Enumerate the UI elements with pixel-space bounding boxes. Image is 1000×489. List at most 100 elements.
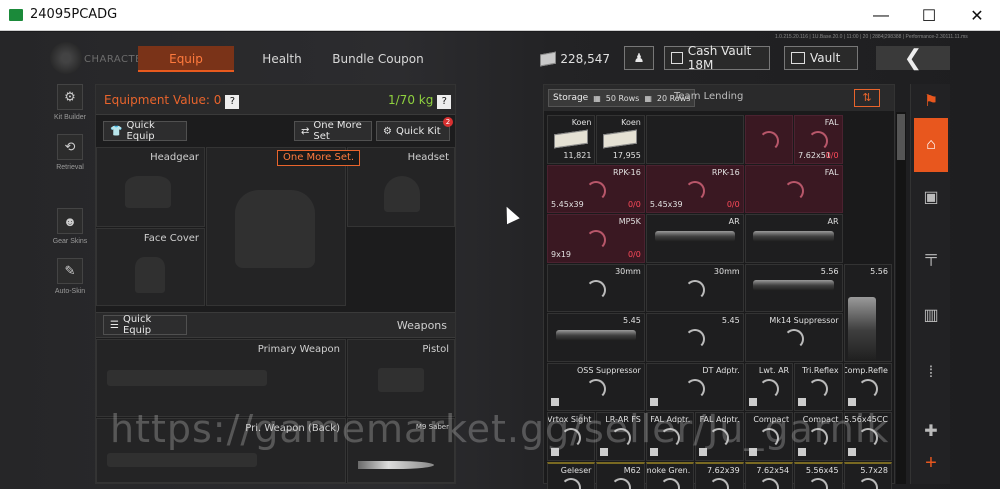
scrollbar[interactable] [896,112,906,484]
storage-cell[interactable]: Comp.Refle [843,362,892,411]
slot-label: Headset [407,152,449,163]
headgear-slot[interactable]: Headgear [96,147,205,227]
storage-cell[interactable]: 5.45 [645,313,744,362]
storage-cell[interactable]: Smoke Gren. [645,461,695,489]
checkbox[interactable] [551,398,559,406]
tidy-icon[interactable]: ⚑ [914,84,948,118]
storage-cell[interactable] [645,115,744,164]
minimize-button[interactable]: — [858,0,904,31]
sidebar-item-kit-builder[interactable]: ⚙ Kit Builder [50,84,90,121]
gear-icon: ⚙ [383,125,392,137]
maximize-button[interactable]: ☐ [906,0,952,31]
checkbox[interactable] [798,398,807,406]
weapons-section-header: ☰ Quick Equip Weapons [96,312,455,338]
storage-cell[interactable]: Mk14 Suppressor [744,313,843,362]
home-icon[interactable]: ⌂ [914,118,948,172]
checkbox[interactable] [649,398,658,406]
storage-cell[interactable]: AR [645,214,744,263]
storage-cell[interactable]: FAL [744,164,843,213]
storage-cell[interactable]: 5.56 [744,263,843,312]
help-icon[interactable]: ? [437,95,452,109]
storage-cell[interactable]: Geleser [547,461,596,489]
loading-icon [610,478,631,489]
item-name: AR [728,217,740,226]
slot-label: Pistol [422,344,449,355]
vest-icon[interactable]: ▣ [914,180,948,214]
item-count: 11,821 [563,150,592,160]
rows-a: 50 Rows [605,93,640,103]
storage-cell[interactable]: Koen 17,955 [596,115,645,164]
storage-cell[interactable]: Tri.Reflex [794,362,843,411]
tooltip: One More Set. [277,150,361,166]
storage-cell[interactable]: 7.62x54 [744,461,794,489]
storage-cell[interactable]: MP5K 9x19 0/0 [547,214,645,263]
storage-cell[interactable]: 5.56x45 [794,461,843,489]
gear-skins-icon: ☻ [57,208,83,234]
sidebar-item-auto-skin[interactable]: ✎ Auto-Skin [50,258,90,295]
rows-icon: ▦ [593,93,601,103]
one-more-set-button[interactable]: ⇄ One More Set [294,120,372,142]
scrollbar-thumb[interactable] [897,114,905,160]
equipment-header: Equipment Value: 0? 1/70 kg? [96,85,455,115]
storage-cell[interactable] [744,115,794,164]
headset-slot[interactable]: Headset [347,147,455,227]
mask-icon [135,257,165,293]
money-display: 228,547 [540,46,610,72]
checkbox[interactable] [748,398,757,406]
weight-text: 1/70 kg [388,93,434,107]
tab-team-lending[interactable]: Team Lending [674,91,743,102]
rifle-icon [107,370,267,386]
storage-cell[interactable]: FAL 7.62x51 0/0 [794,115,843,164]
medkit-icon[interactable]: ✚ [914,414,948,448]
body-armor-slot[interactable] [206,147,346,306]
character-icon [50,42,82,74]
sort-icon[interactable]: ⇅ [854,89,880,107]
checkbox[interactable] [847,398,856,406]
cash-bundle-icon [603,129,638,149]
tab-equip[interactable]: Equip [138,46,234,72]
pistol-slot[interactable]: Pistol [347,339,455,417]
ammo-icon[interactable]: ⁞ [914,356,948,390]
item-name: M62 [623,465,641,475]
rifle-icon[interactable]: ╤ [914,240,948,274]
weapons-quick-equip-button[interactable]: ☰ Quick Equip [103,314,187,336]
quick-equip-button[interactable]: 👕 Quick Equip [103,120,187,142]
item-name: 5.56 [820,266,839,276]
sidebar-label: Kit Builder [54,114,86,121]
storage-cell[interactable]: RPK-16 5.45x39 0/0 [645,164,744,213]
tab-health[interactable]: Health [248,46,316,72]
sidebar-label: Auto-Skin [54,288,86,295]
item-caliber: 5.45x39 [649,200,683,209]
add-icon[interactable]: + [914,446,948,480]
loading-icon [783,180,804,201]
storage-cell[interactable]: 30mm [645,263,744,312]
storage-cell[interactable]: 30mm [547,263,645,312]
quick-kit-button[interactable]: ⚙ Quick Kit 2 [376,117,453,141]
help-icon[interactable]: ? [225,95,240,109]
storage-cell[interactable]: 5.7x28 [843,461,892,489]
storage-cell[interactable]: M62 [596,461,645,489]
storage-cell[interactable]: AR [744,214,843,263]
storage-cell[interactable]: OSS Suppressor [547,362,645,411]
storage-cell[interactable]: 5.56 [843,263,892,362]
storage-cell[interactable]: Lwt. AR [744,362,794,411]
storage-cell[interactable]: 7.62x39 [695,461,744,489]
trader-button[interactable]: ♟ [624,46,654,70]
cash-vault-label: Cash Vault 18M [687,44,752,72]
storage-cell[interactable]: 5.45 [547,313,645,362]
storage-cell[interactable]: Koen 11,821 [547,115,596,164]
primary-weapon-slot[interactable]: Primary Weapon [96,339,346,417]
storage-cell[interactable]: RPK-16 5.45x39 0/0 [547,164,645,213]
loading-icon [783,329,804,350]
back-button[interactable]: ❮ [876,45,950,70]
sidebar-item-retrieval[interactable]: ⟲ Retrieval [50,134,90,171]
sidebar-item-gear-skins[interactable]: ☻ Gear Skins [50,208,90,245]
magazine-icon[interactable]: ▥ [914,298,948,332]
tab-bundle-coupon[interactable]: Bundle Coupon [330,46,426,72]
close-button[interactable]: ✕ [954,0,1000,31]
vault-button[interactable]: Vault [784,46,858,70]
face-cover-slot[interactable]: Face Cover [96,228,205,306]
cash-vault-button[interactable]: Cash Vault 18M [664,44,770,72]
item-name: Koen [621,118,641,127]
storage-cell[interactable]: DT Adptr. [645,362,744,411]
